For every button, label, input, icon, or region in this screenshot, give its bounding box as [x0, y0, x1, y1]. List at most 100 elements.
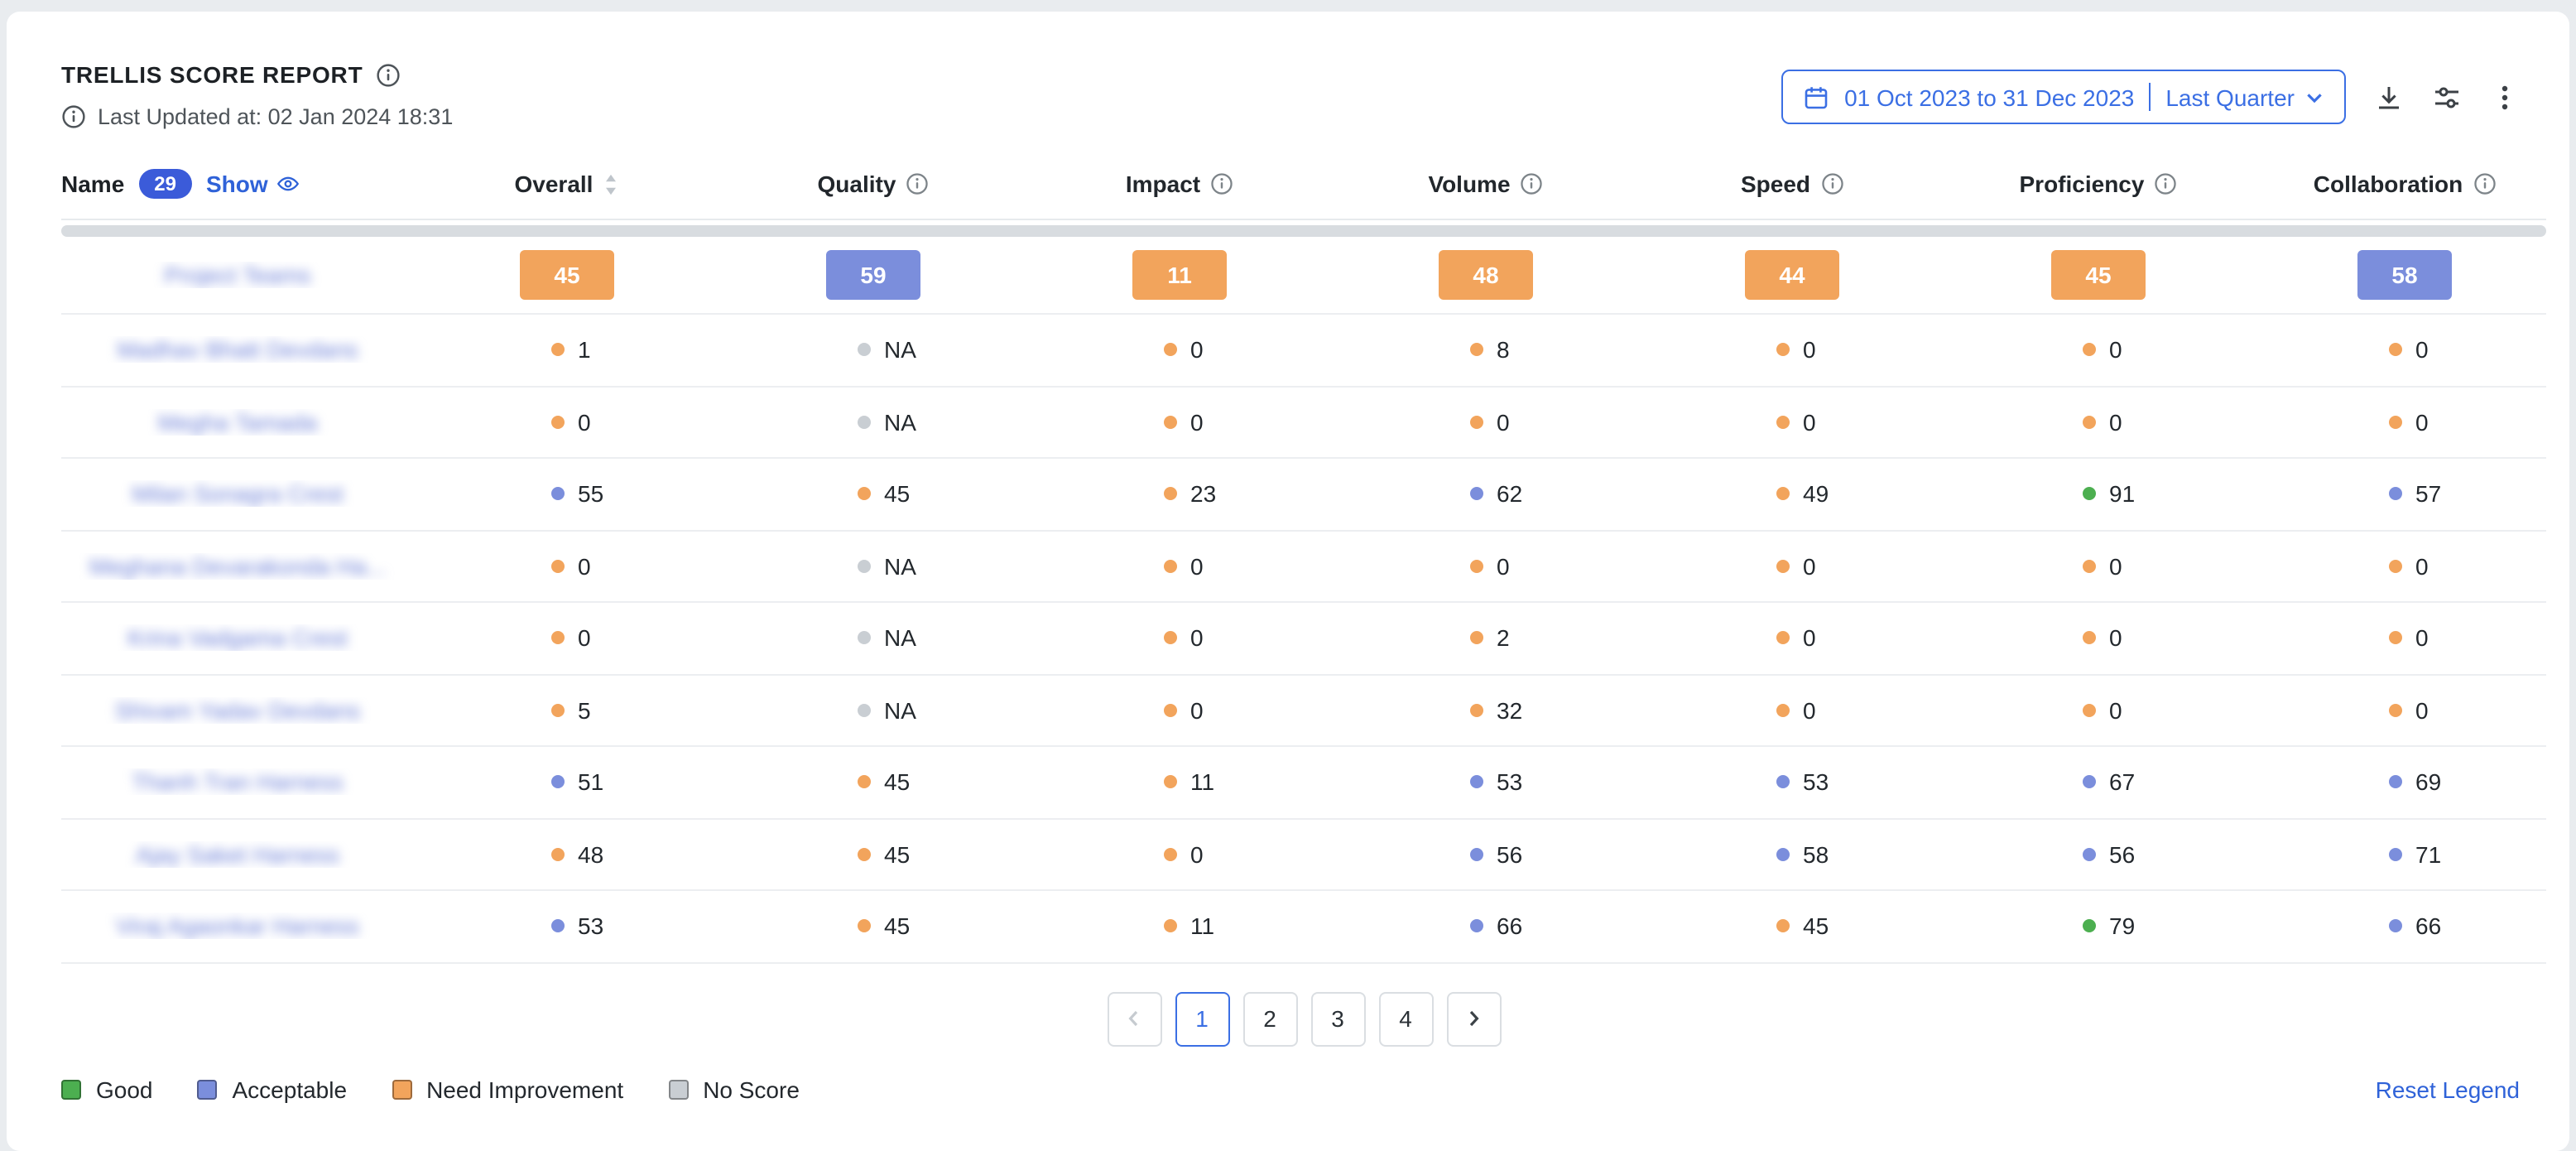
legend-item-need_improvement[interactable]: Need Improvement: [392, 1076, 623, 1102]
score-value: 56: [2109, 841, 2135, 868]
show-toggle[interactable]: Show: [206, 171, 300, 197]
score-dot: [2083, 848, 2096, 861]
score-dot: [1776, 848, 1790, 861]
sort-icon[interactable]: [603, 171, 619, 196]
horizontal-scrollbar[interactable]: [61, 225, 2546, 237]
column-label: Proficiency: [2020, 171, 2145, 197]
filter-settings-button[interactable]: [2432, 82, 2462, 112]
page-button-2[interactable]: 2: [1242, 991, 1297, 1046]
score-value: NA: [884, 409, 916, 436]
row-name-link[interactable]: Shivam Yadav Devdans: [61, 697, 414, 724]
row-name-link[interactable]: Project Teams: [61, 262, 414, 288]
obscured-name: Ajay Saket Harness: [136, 841, 339, 868]
row-name-link[interactable]: Megha Tamada: [61, 409, 414, 436]
title-info-icon[interactable]: [376, 62, 401, 87]
legend-item-acceptable[interactable]: Acceptable: [198, 1076, 348, 1102]
filter-settings-icon: [2432, 82, 2462, 112]
score-value: 69: [2415, 769, 2441, 796]
date-preset-dropdown[interactable]: Last Quarter: [2165, 84, 2324, 110]
score-cell: 23: [1026, 481, 1333, 508]
score-cell: 49: [1639, 481, 1945, 508]
info-icon[interactable]: [1210, 172, 1233, 195]
score-dot: [2389, 344, 2402, 357]
row-name-link[interactable]: Madhav Bhatt Devdans: [61, 337, 414, 364]
row-name-link[interactable]: Milan Sonagra Crest: [61, 481, 414, 508]
calendar-icon: [1803, 84, 1829, 110]
info-icon[interactable]: [906, 172, 929, 195]
score-dot: [1164, 776, 1177, 789]
obscured-name: Madhav Bhatt Devdans: [117, 337, 358, 364]
row-name-link[interactable]: Ajay Saket Harness: [61, 841, 414, 868]
score-cell: NA: [720, 337, 1026, 364]
row-name-link[interactable]: Thanh Tran Harness: [61, 769, 414, 796]
score-dot: [1470, 560, 1483, 573]
page-button-1[interactable]: 1: [1175, 991, 1229, 1046]
score-dot: [1776, 560, 1790, 573]
download-button[interactable]: [2374, 82, 2404, 112]
next-page-button[interactable]: [1446, 991, 1501, 1046]
table-row: Thanh Tran Harness51451153536769: [61, 747, 2546, 819]
score-dot: [551, 416, 565, 429]
page-title: TRELLIS SCORE REPORT: [61, 61, 363, 88]
page: TRELLIS SCORE REPORT Last Updated at: 02…: [0, 0, 2576, 1151]
score-cell: 66: [2252, 913, 2558, 940]
obscured-name: Project Teams: [165, 262, 311, 288]
score-value: 0: [1190, 841, 1204, 868]
score-value: 45: [884, 769, 910, 796]
reset-legend-link[interactable]: Reset Legend: [2376, 1076, 2520, 1102]
score-value: 0: [1190, 337, 1204, 364]
date-range-text: 01 Oct 2023 to 31 Dec 2023: [1844, 84, 2134, 110]
score-value: 53: [1497, 769, 1522, 796]
score-value: 45: [1803, 913, 1829, 940]
row-name-link[interactable]: Viraj Agaonkar Harness: [61, 913, 414, 940]
score-value: 0: [1190, 409, 1204, 436]
score-cell: 71: [2252, 841, 2558, 868]
score-cell: 0: [1945, 553, 2252, 580]
score-cell: 8: [1333, 337, 1639, 364]
legend-item-no_score[interactable]: No Score: [668, 1076, 800, 1102]
score-dot: [551, 560, 565, 573]
score-dot: [2389, 488, 2402, 501]
score-cell: 0: [1639, 337, 1945, 364]
score-dot: [1164, 488, 1177, 501]
score-badge: 48: [1439, 250, 1533, 300]
score-value: 53: [1803, 769, 1829, 796]
score-cell: 91: [1945, 481, 2252, 508]
info-icon[interactable]: [2473, 172, 2496, 195]
score-value: 0: [2415, 409, 2429, 436]
score-cell: 2: [1333, 625, 1639, 652]
score-value: 51: [578, 769, 603, 796]
score-dot: [551, 488, 565, 501]
legend-swatch: [668, 1079, 688, 1099]
score-value: 62: [1497, 481, 1522, 508]
column-label: Volume: [1428, 171, 1510, 197]
score-value: 55: [578, 481, 603, 508]
row-name-link[interactable]: Krina Vadgama Crest: [61, 625, 414, 652]
score-value: 0: [1190, 697, 1204, 724]
legend-label: Need Improvement: [426, 1076, 623, 1102]
score-cell: 45: [720, 481, 1026, 508]
score-dot: [1470, 848, 1483, 861]
score-value: 23: [1190, 481, 1216, 508]
column-label: Quality: [818, 171, 896, 197]
prev-page-button[interactable]: [1107, 991, 1161, 1046]
page-button-4[interactable]: 4: [1378, 991, 1433, 1046]
score-cell: 67: [1945, 769, 2252, 796]
score-cell: 0: [1026, 697, 1333, 724]
score-dot: [1164, 344, 1177, 357]
info-icon[interactable]: [1820, 172, 1843, 195]
info-icon[interactable]: [2154, 172, 2177, 195]
date-preset-label: Last Quarter: [2165, 84, 2295, 110]
legend-item-good[interactable]: Good: [61, 1076, 153, 1102]
info-icon[interactable]: [1521, 172, 1544, 195]
page-button-3[interactable]: 3: [1310, 991, 1365, 1046]
row-name-link[interactable]: Meghana Devarakonda Ha...: [61, 553, 414, 580]
score-dot: [1776, 776, 1790, 789]
score-dot: [551, 344, 565, 357]
date-range-picker[interactable]: 01 Oct 2023 to 31 Dec 2023 Last Quarter: [1781, 70, 2346, 124]
score-cell: 62: [1333, 481, 1639, 508]
chevron-right-icon: [1463, 1009, 1483, 1028]
score-cell: 32: [1333, 697, 1639, 724]
table-row: Megha Tamada0NA00000: [61, 387, 2546, 459]
more-options-button[interactable]: [2490, 82, 2520, 112]
